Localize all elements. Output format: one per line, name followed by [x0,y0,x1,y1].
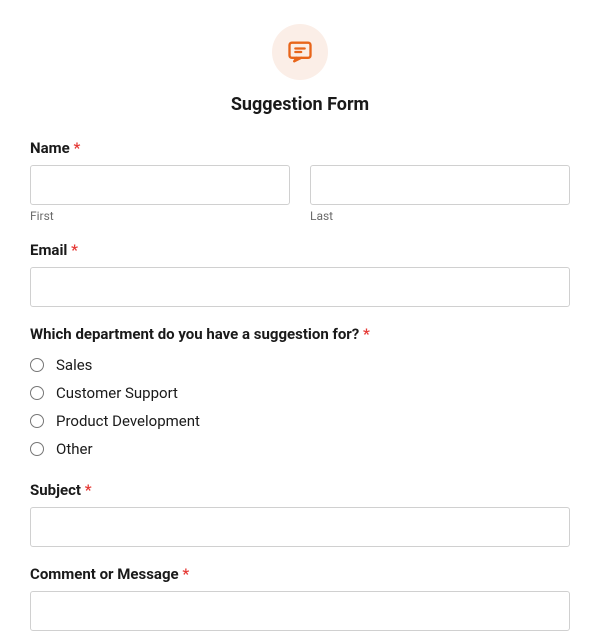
name-field-group: Name * First Last [30,139,570,223]
email-input[interactable] [30,267,570,307]
last-name-sublabel: Last [310,209,570,223]
radio-sales[interactable] [30,358,44,372]
department-option-other[interactable]: Other [30,435,570,463]
chat-icon-circle [272,24,328,80]
department-option-sales[interactable]: Sales [30,351,570,379]
subject-field-group: Subject * [30,481,570,547]
required-marker: * [73,139,80,157]
message-label: Comment or Message * [30,565,570,583]
radio-product-development[interactable] [30,414,44,428]
radio-other[interactable] [30,442,44,456]
form-header: Suggestion Form [30,20,570,115]
chat-icon [286,38,314,66]
required-marker: * [363,325,370,343]
department-label: Which department do you have a suggestio… [30,325,570,343]
last-name-input[interactable] [310,165,570,205]
message-field-group: Comment or Message * [30,565,570,631]
department-option-customer-support[interactable]: Customer Support [30,379,570,407]
department-option-product-development[interactable]: Product Development [30,407,570,435]
form-title: Suggestion Form [30,94,570,115]
name-label: Name * [30,139,570,157]
email-field-group: Email * [30,241,570,307]
first-name-sublabel: First [30,209,290,223]
subject-input[interactable] [30,507,570,547]
required-marker: * [71,241,78,259]
required-marker: * [182,565,189,583]
subject-label: Subject * [30,481,570,499]
message-input[interactable] [30,591,570,631]
department-field-group: Which department do you have a suggestio… [30,325,570,463]
email-label: Email * [30,241,570,259]
required-marker: * [85,481,92,499]
first-name-input[interactable] [30,165,290,205]
radio-customer-support[interactable] [30,386,44,400]
